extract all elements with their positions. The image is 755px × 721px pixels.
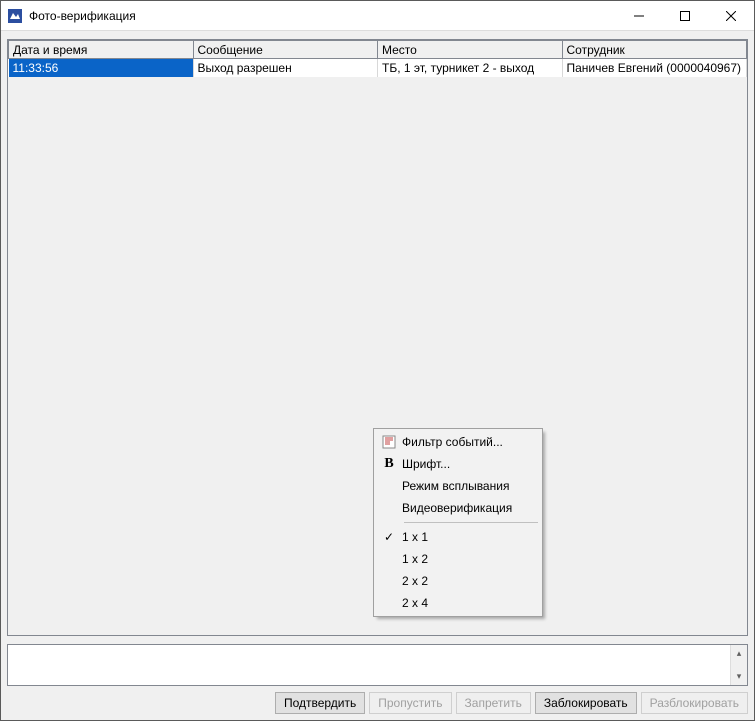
- menu-item-label: Видеоверификация: [402, 501, 526, 515]
- menu-item-label: 2 x 2: [402, 574, 526, 588]
- memo-text[interactable]: [8, 645, 730, 685]
- filter-icon: [376, 435, 402, 449]
- menu-item[interactable]: Фильтр событий...: [376, 431, 540, 453]
- deny-button[interactable]: Запретить: [456, 692, 531, 714]
- table-cell[interactable]: Выход разрешен: [193, 59, 378, 77]
- column-header[interactable]: Дата и время: [9, 41, 194, 59]
- app-icon: [7, 8, 23, 24]
- menu-item-label: Режим всплывания: [402, 479, 526, 493]
- app-window: Фото-верификация Дата и времяСообщениеМе…: [0, 0, 755, 721]
- scroll-up-icon[interactable]: ▴: [731, 645, 747, 662]
- context-menu: Фильтр событий...BШрифт...Режим всплыван…: [373, 428, 543, 617]
- menu-item-layout[interactable]: 2 x 4: [376, 592, 540, 614]
- scroll-down-icon[interactable]: ▾: [731, 668, 747, 685]
- menu-separator: [404, 522, 538, 523]
- menu-item[interactable]: Видеоверификация: [376, 497, 540, 519]
- close-button[interactable]: [708, 1, 754, 30]
- skip-button[interactable]: Пропустить: [369, 692, 451, 714]
- menu-item-label: 2 x 4: [402, 596, 526, 610]
- menu-item-layout[interactable]: ✓1 x 1: [376, 526, 540, 548]
- confirm-button[interactable]: Подтвердить: [275, 692, 365, 714]
- menu-item-label: 1 x 1: [402, 530, 526, 544]
- table-row[interactable]: 11:33:56Выход разрешенТБ, 1 эт, турникет…: [9, 59, 747, 77]
- column-header[interactable]: Сотрудник: [562, 41, 747, 59]
- maximize-button[interactable]: [662, 1, 708, 30]
- menu-item[interactable]: BШрифт...: [376, 453, 540, 475]
- menu-item-label: Шрифт...: [402, 457, 526, 471]
- action-button-row: Подтвердить Пропустить Запретить Заблоки…: [3, 688, 752, 718]
- titlebar: Фото-верификация: [1, 1, 754, 31]
- minimize-button[interactable]: [616, 1, 662, 30]
- menu-item-layout[interactable]: 2 x 2: [376, 570, 540, 592]
- menu-item-layout[interactable]: 1 x 2: [376, 548, 540, 570]
- menu-item-label: Фильтр событий...: [402, 435, 526, 449]
- table-cell[interactable]: 11:33:56: [9, 59, 194, 77]
- menu-item-label: 1 x 2: [402, 552, 526, 566]
- memo-scrollbar[interactable]: ▴ ▾: [730, 645, 747, 685]
- window-title: Фото-верификация: [29, 9, 616, 23]
- column-header[interactable]: Место: [378, 41, 563, 59]
- client-area: Дата и времяСообщениеМестоСотрудник 11:3…: [1, 31, 754, 720]
- column-header[interactable]: Сообщение: [193, 41, 378, 59]
- bold-icon: B: [376, 456, 402, 472]
- details-memo: ▴ ▾: [7, 644, 748, 686]
- unblock-button[interactable]: Разблокировать: [641, 692, 748, 714]
- table-cell[interactable]: ТБ, 1 эт, турникет 2 - выход: [378, 59, 563, 77]
- menu-item[interactable]: Режим всплывания: [376, 475, 540, 497]
- table-cell[interactable]: Паничев Евгений (0000040967): [562, 59, 747, 77]
- block-button[interactable]: Заблокировать: [535, 692, 637, 714]
- checkmark-icon: ✓: [376, 530, 402, 544]
